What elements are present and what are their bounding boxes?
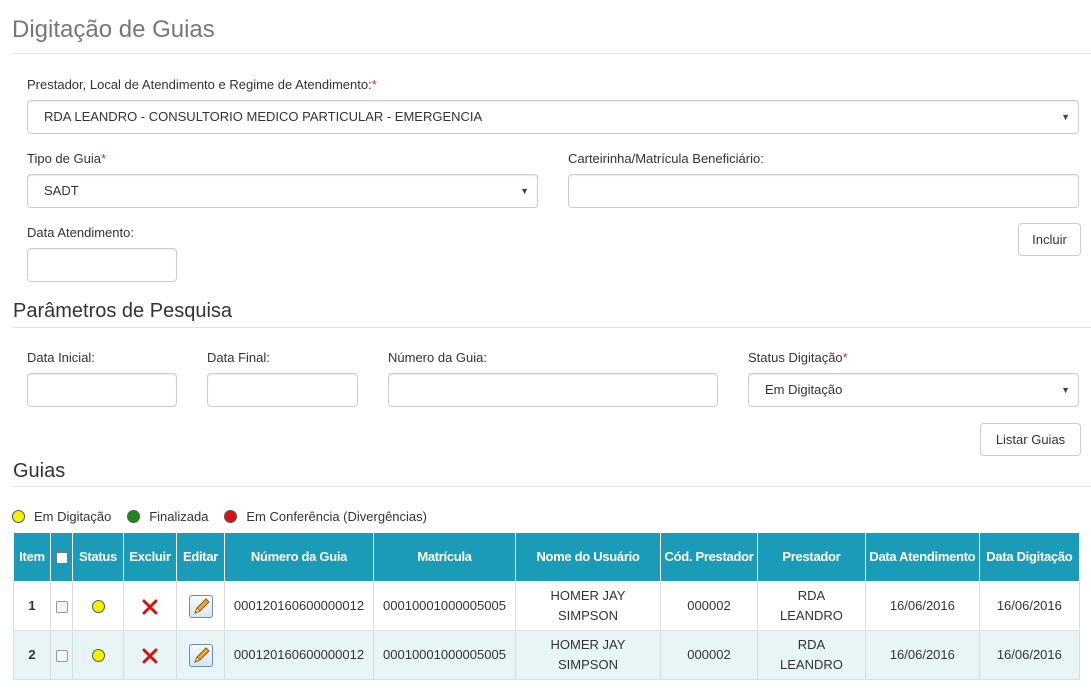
cell-prestador: RDA LEANDRO xyxy=(757,581,866,631)
data-final-input[interactable] xyxy=(207,373,358,407)
cell-numero-guia: 000120160600000012 xyxy=(224,630,374,680)
col-status: Status xyxy=(72,532,124,582)
carteirinha-input[interactable] xyxy=(568,174,1079,208)
cell-excluir xyxy=(123,630,177,680)
page-title: Digitação de Guias xyxy=(12,16,215,43)
yellow-dot-icon xyxy=(12,510,25,523)
cell-data-digitacao: 16/06/2016 xyxy=(978,581,1080,631)
status-digitacao-label: Status Digitação* xyxy=(748,350,848,365)
select-all-checkbox[interactable] xyxy=(55,551,68,564)
chevron-down-icon: ▼ xyxy=(520,186,529,196)
delete-x-icon[interactable] xyxy=(142,599,158,615)
cell-prestador: RDA LEANDRO xyxy=(757,630,866,680)
data-final-label: Data Final: xyxy=(207,350,270,365)
legend-item-finalizada: Finalizada xyxy=(127,509,208,524)
col-select-all xyxy=(50,532,73,582)
cell-select xyxy=(50,581,73,631)
tipo-guia-label-text: Tipo de Guia xyxy=(27,151,101,166)
data-atendimento-input[interactable] xyxy=(27,248,177,282)
status-digitacao-select-value: Em Digitação xyxy=(765,382,843,397)
prestador-select[interactable]: RDA LEANDRO - CONSULTORIO MEDICO PARTICU… xyxy=(27,100,1079,134)
numero-guia-input[interactable] xyxy=(388,373,718,407)
search-section-title: Parâmetros de Pesquisa xyxy=(13,300,233,322)
table-row: 1 000120160600000012 00010001000005005 H… xyxy=(13,581,1080,631)
col-prestador: Prestador xyxy=(757,532,866,582)
required-mark: * xyxy=(100,151,107,166)
cell-cod-prestador: 000002 xyxy=(660,630,758,680)
status-legend: Em Digitação Finalizada Em Conferência (… xyxy=(12,509,439,526)
edit-pencil-icon[interactable] xyxy=(188,643,213,667)
red-dot-icon xyxy=(224,510,238,523)
cell-editar xyxy=(176,581,225,631)
cell-select xyxy=(50,630,73,680)
carteirinha-label: Carteirinha/Matrícula Beneficiário: xyxy=(568,151,764,166)
tipo-guia-select[interactable]: SADT ▼ xyxy=(27,174,538,208)
cell-item: 2 xyxy=(13,630,51,680)
col-nome-usuario: Nome do Usuário xyxy=(515,532,661,582)
incluir-button[interactable]: Incluir xyxy=(1018,223,1081,256)
legend-label: Em Digitação xyxy=(34,509,112,524)
required-mark: * xyxy=(842,350,848,365)
cell-numero-guia: 000120160600000012 xyxy=(224,581,374,631)
col-matricula: Matrícula xyxy=(373,532,516,582)
cell-item: 1 xyxy=(13,581,51,631)
legend-label: Finalizada xyxy=(149,509,209,524)
guias-table: Item Status Excluir Editar Número da Gui… xyxy=(13,532,1080,680)
table-row: 2 000120160600000012 00010001000005005 H… xyxy=(13,630,1080,680)
row-checkbox[interactable] xyxy=(55,600,68,613)
green-dot-icon xyxy=(127,510,141,523)
prestador-label-text: Prestador, Local de Atendimento e Regime… xyxy=(27,77,372,92)
data-inicial-input[interactable] xyxy=(27,373,177,407)
cell-excluir xyxy=(123,581,177,631)
col-numero-guia: Número da Guia xyxy=(224,532,374,582)
edit-pencil-icon[interactable] xyxy=(188,594,213,618)
status-digitacao-label-text: Status Digitação xyxy=(748,350,843,365)
cell-status xyxy=(72,581,124,631)
col-excluir: Excluir xyxy=(123,532,177,582)
required-mark: * xyxy=(371,77,377,92)
data-atendimento-label: Data Atendimento: xyxy=(27,225,134,240)
status-digitacao-select[interactable]: Em Digitação ▼ xyxy=(748,373,1079,407)
col-data-digitacao: Data Digitação xyxy=(978,532,1080,582)
chevron-down-icon: ▼ xyxy=(1061,385,1070,395)
cell-status xyxy=(72,630,124,680)
guias-divider xyxy=(12,486,1091,487)
numero-guia-label: Número da Guia: xyxy=(388,350,487,365)
status-yellow-dot-icon xyxy=(91,600,105,614)
cell-cod-prestador: 000002 xyxy=(660,581,758,631)
data-inicial-label: Data Inicial: xyxy=(27,350,95,365)
prestador-select-value: RDA LEANDRO - CONSULTORIO MEDICO PARTICU… xyxy=(44,109,483,124)
legend-item-em-digitacao: Em Digitação xyxy=(12,509,111,524)
guias-section-title: Guias xyxy=(13,460,66,482)
cell-data-atendimento: 16/06/2016 xyxy=(864,581,980,631)
cell-matricula: 00010001000005005 xyxy=(373,630,516,680)
legend-item-em-conferencia: Em Conferência (Divergências) xyxy=(224,509,427,524)
delete-x-icon[interactable] xyxy=(142,648,158,664)
legend-label: Em Conferência (Divergências) xyxy=(246,509,427,524)
col-cod-prestador: Cód. Prestador xyxy=(660,532,758,582)
cell-data-digitacao: 16/06/2016 xyxy=(978,630,1080,680)
cell-matricula: 00010001000005005 xyxy=(373,581,516,631)
search-divider xyxy=(12,327,1091,328)
status-yellow-dot-icon xyxy=(91,649,105,663)
cell-editar xyxy=(176,630,225,680)
cell-nome-usuario: HOMER JAY SIMPSON xyxy=(515,630,661,680)
table-header-row: Item Status Excluir Editar Número da Gui… xyxy=(13,532,1080,582)
tipo-guia-label: Tipo de Guia* xyxy=(27,151,106,166)
chevron-down-icon: ▼ xyxy=(1061,112,1070,122)
title-divider xyxy=(12,53,1091,54)
col-editar: Editar xyxy=(176,532,225,582)
tipo-guia-select-value: SADT xyxy=(44,183,79,198)
cell-data-atendimento: 16/06/2016 xyxy=(864,630,980,680)
col-data-atendimento: Data Atendimento xyxy=(864,532,980,582)
col-item: Item xyxy=(13,532,51,582)
prestador-label: Prestador, Local de Atendimento e Regime… xyxy=(27,77,377,92)
cell-nome-usuario: HOMER JAY SIMPSON xyxy=(515,581,661,631)
row-checkbox[interactable] xyxy=(55,649,68,662)
listar-guias-button[interactable]: Listar Guias xyxy=(980,423,1081,456)
